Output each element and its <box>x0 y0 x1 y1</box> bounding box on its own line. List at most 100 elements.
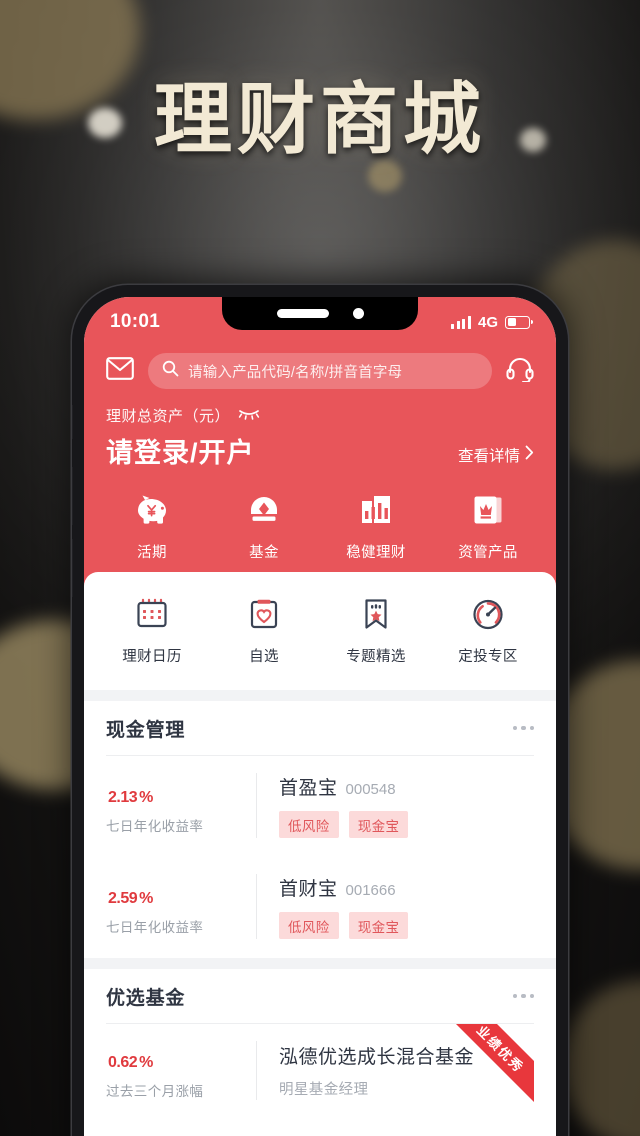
product-rate-value: 2.59 <box>108 890 138 907</box>
poster-title: 理财商城 <box>153 75 486 163</box>
product-rate-value: 2.13 <box>108 789 138 806</box>
section-title: 优选基金 <box>106 987 186 1009</box>
entry-label: 资管产品 <box>458 545 518 561</box>
product-info-block: 泓德优选成长混合基金 明星基金经理 <box>279 1042 534 1099</box>
signal-bars-icon <box>451 315 471 329</box>
product-rate-block: 0.62% 过去三个月涨幅 <box>106 1041 256 1100</box>
section-selected-funds: 优选基金 0.62% 过去三个月涨幅 泓德优选成长混合基金 明星基金经理 业绩优… <box>84 969 556 1119</box>
asset-label-row: 理财总资产（元） <box>106 403 534 426</box>
product-row[interactable]: 2.59% 七日年化收益率 首财宝 001666 低风险 现金宝 <box>106 857 534 958</box>
phone-volume-down-button <box>72 539 73 597</box>
entry-dingtou-zhuanqu[interactable]: 定投专区 <box>432 598 544 666</box>
section-gap <box>84 958 556 969</box>
product-rate: 2.13% <box>106 776 256 807</box>
vertical-divider <box>256 1041 257 1100</box>
speedometer-icon <box>471 598 505 636</box>
asset-label: 理财总资产（元） <box>106 408 231 425</box>
crown-document-icon <box>470 494 506 532</box>
entry-licai-rili[interactable]: 理财日历 <box>96 598 208 666</box>
entry-label: 基金 <box>249 545 279 561</box>
secondary-entry-grid: 理财日历 自选 专题精选 定投专区 <box>96 598 544 666</box>
product-name: 泓德优选成长混合基金 <box>279 1047 475 1068</box>
vertical-divider <box>256 773 257 838</box>
bar-chart-icon <box>358 494 394 532</box>
product-row[interactable]: 2.13% 七日年化收益率 首盈宝 000548 低风险 现金宝 <box>106 756 534 857</box>
calendar-icon <box>135 598 169 636</box>
product-rate-label: 七日年化收益率 <box>106 819 204 834</box>
phone-notch <box>222 297 418 330</box>
entry-wenjianlicai[interactable]: 稳健理财 <box>320 494 432 562</box>
section-header: 优选基金 <box>106 969 534 1023</box>
product-subtitle: 明星基金经理 <box>279 1082 369 1098</box>
entry-label: 自选 <box>249 649 279 665</box>
login-button[interactable]: 请登录/开户 <box>106 431 255 470</box>
search-input[interactable]: 请输入产品代码/名称/拼音首字母 <box>148 353 492 389</box>
phone-mockup: 10:01 4G 请输入产品代码/名称/拼音首字母 理财总资产（元） 请登录/开… <box>72 285 568 1136</box>
search-row: 请输入产品代码/名称/拼音首字母 <box>106 347 534 403</box>
status-bar: 10:01 4G <box>84 297 556 347</box>
primary-entry-grid: 活期 基金 稳健理财 资管产品 <box>84 484 556 586</box>
earpiece-speaker <box>276 309 329 318</box>
secondary-entry-card: 理财日历 自选 专题精选 定投专区 <box>84 572 556 690</box>
piggy-bank-icon <box>134 494 170 532</box>
entry-jijin[interactable]: 基金 <box>208 494 320 562</box>
product-rate-unit: % <box>139 789 153 806</box>
envelope-icon[interactable] <box>106 357 134 385</box>
app-header: 请输入产品代码/名称/拼音首字母 理财总资产（元） 请登录/开户 查看详情 <box>84 347 556 484</box>
headset-icon[interactable] <box>506 356 534 387</box>
phone-screen: 10:01 4G 请输入产品代码/名称/拼音首字母 理财总资产（元） 请登录/开… <box>84 297 556 1136</box>
status-indicators: 4G <box>451 313 533 331</box>
product-rate-block: 2.59% 七日年化收益率 <box>106 877 256 936</box>
section-title: 现金管理 <box>106 719 186 741</box>
fund-coin-icon <box>246 494 282 532</box>
eye-hidden-icon[interactable] <box>238 407 260 425</box>
entry-huoqi[interactable]: 活期 <box>96 494 208 562</box>
more-dots-icon[interactable] <box>512 993 534 999</box>
search-icon <box>162 360 179 382</box>
product-rate: 2.59% <box>106 877 256 908</box>
entry-zhuanti-jingxuan[interactable]: 专题精选 <box>320 598 432 666</box>
product-tag: 现金宝 <box>348 912 409 939</box>
product-rate-label: 七日年化收益率 <box>106 920 204 935</box>
product-tag: 现金宝 <box>348 811 409 838</box>
section-gap <box>84 690 556 701</box>
bookmark-star-icon <box>359 598 393 636</box>
product-title-line: 首盈宝 000548 <box>279 773 534 800</box>
status-clock: 10:01 <box>110 311 161 332</box>
entry-label: 稳健理财 <box>346 545 406 561</box>
product-info-block: 首财宝 001666 低风险 现金宝 <box>279 874 534 939</box>
chevron-right-icon <box>525 445 534 465</box>
product-rate-unit: % <box>139 1054 153 1071</box>
product-rate: 0.62% <box>106 1041 256 1072</box>
entry-zixuan[interactable]: 自选 <box>208 598 320 666</box>
more-dots-icon[interactable] <box>512 725 534 731</box>
product-row[interactable]: 0.62% 过去三个月涨幅 泓德优选成长混合基金 明星基金经理 业绩优秀 <box>106 1024 534 1119</box>
phone-mute-switch <box>72 405 73 439</box>
product-tag: 低风险 <box>279 912 339 939</box>
vertical-divider <box>256 874 257 939</box>
product-code: 000548 <box>345 781 396 798</box>
network-type-label: 4G <box>477 313 498 331</box>
product-rate-unit: % <box>139 890 153 907</box>
search-placeholder: 请输入产品代码/名称/拼音首字母 <box>188 364 403 381</box>
entry-label: 定投专区 <box>458 649 518 665</box>
product-rate-label: 过去三个月涨幅 <box>106 1084 204 1099</box>
login-row: 请登录/开户 查看详情 <box>106 426 534 470</box>
product-info-block: 首盈宝 000548 低风险 现金宝 <box>279 773 534 838</box>
product-title-line: 首财宝 001666 <box>279 874 534 901</box>
product-rate-value: 0.62 <box>108 1054 138 1071</box>
front-camera <box>352 308 364 319</box>
product-rate-block: 2.13% 七日年化收益率 <box>106 776 256 835</box>
section-header: 现金管理 <box>106 701 534 755</box>
phone-volume-up-button <box>72 467 73 525</box>
clipboard-heart-icon <box>247 598 281 636</box>
entry-label: 理财日历 <box>122 649 182 665</box>
view-detail-button[interactable]: 查看详情 <box>458 444 534 470</box>
entry-ziguanchanpin[interactable]: 资管产品 <box>432 494 544 562</box>
view-detail-label: 查看详情 <box>457 448 520 465</box>
product-tags: 低风险 现金宝 <box>279 811 534 838</box>
product-name: 首盈宝 <box>279 778 338 799</box>
entry-label: 专题精选 <box>346 649 406 665</box>
product-name: 首财宝 <box>279 879 338 900</box>
bokeh-highlight <box>368 160 402 192</box>
